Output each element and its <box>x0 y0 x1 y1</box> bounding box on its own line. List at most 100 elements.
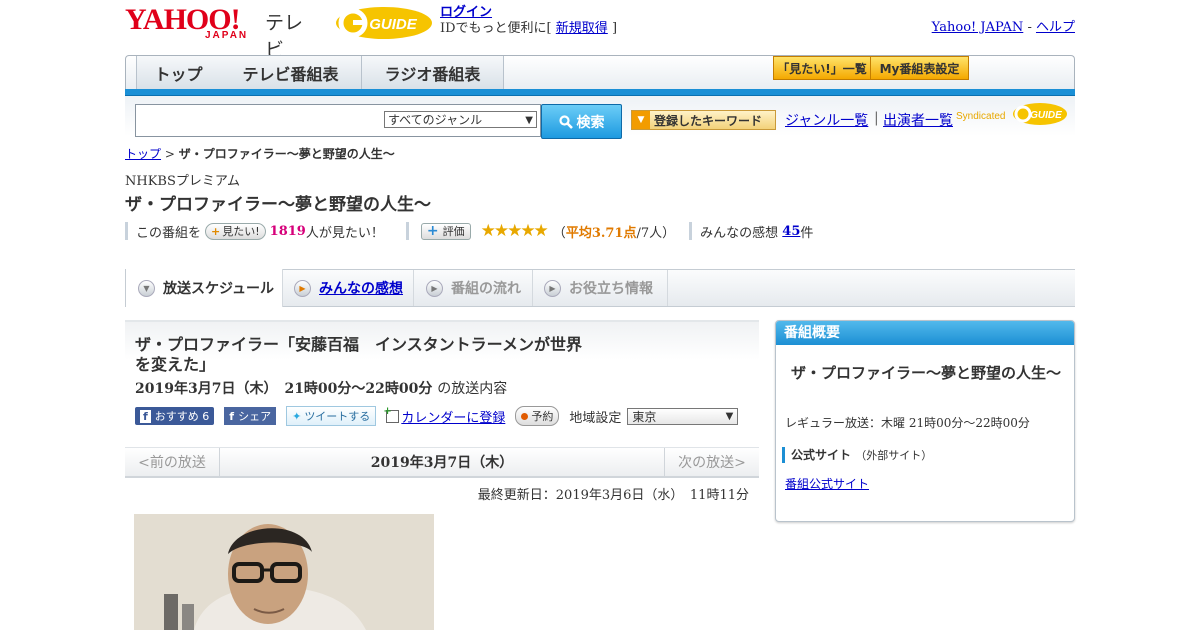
search-button[interactable]: 検索 <box>541 104 622 139</box>
reserve-button[interactable]: 予約 <box>515 406 560 426</box>
prev-broadcast-button[interactable]: <前の放送 <box>125 448 220 476</box>
subtab-schedule[interactable]: ▼ 放送スケジュール <box>125 269 283 307</box>
official-site-label: 公式サイト <box>791 448 852 462</box>
cast-list-link[interactable]: 出演者一覧 <box>883 110 953 130</box>
portrait-image <box>134 514 434 630</box>
impressions-suffix: 件 <box>800 225 814 241</box>
plus-icon: + <box>211 224 221 238</box>
signup-link[interactable]: 新規取得 <box>556 21 608 36</box>
subtab-info[interactable]: ▶ お役立ち情報 <box>532 270 668 306</box>
want-suffix: 人が見たい！ <box>305 225 384 241</box>
episode-datetime: 2019年3月7日（木） 21時00分～22時00分 の放送内容 <box>135 378 507 398</box>
reserve-button-label: 予約 <box>531 410 554 423</box>
gguide-logo-icon: GUIDE <box>336 7 432 39</box>
page-title: ザ・プロファイラー～夢と野望の人生～ <box>125 195 431 215</box>
breadcrumb-top-link[interactable]: トップ <box>125 147 161 161</box>
episode-datetime-suffix: の放送内容 <box>437 381 508 397</box>
login-note-pre: IDでもっと便利に[ <box>440 21 552 36</box>
meta-divider <box>405 222 409 240</box>
broadcast-pager: <前の放送 2019年3月7日（木） 次の放送> <box>125 447 759 478</box>
tv-label: テレビ <box>265 12 304 61</box>
play-icon: ▶ <box>294 279 311 297</box>
channel-name: NHKBSプレミアム <box>125 174 240 189</box>
gguide-small-text: GUIDE <box>1030 110 1062 121</box>
want-button[interactable]: + 見たい! <box>205 222 266 240</box>
util-separator: - <box>1027 20 1032 35</box>
yahoo-tv-logo[interactable]: YAHOO! JAPAN テレビ <box>125 5 320 62</box>
official-site-note: （外部サイト） <box>855 449 933 462</box>
nav-accent-bar <box>125 89 1075 96</box>
yahoo-japan-link[interactable]: Yahoo! JAPAN <box>932 20 1024 35</box>
subtab-schedule-label: 放送スケジュール <box>163 281 275 297</box>
calendar-register[interactable]: + カレンダーに登録 <box>383 406 506 426</box>
my-schedule-button[interactable]: My番組表設定 <box>870 56 969 80</box>
official-site-link[interactable]: 番組公式サイト <box>785 475 869 492</box>
syndicated-gguide-badge: Syndicated GUIDE <box>956 102 1068 130</box>
breadcrumb-current: ザ・プロファイラー～夢と野望の人生～ <box>178 147 395 161</box>
region-select[interactable]: 東京 ▼ <box>627 407 739 425</box>
search-icon <box>558 114 573 129</box>
regular-broadcast: レギュラー放送：木曜 21時00分～22時00分 <box>785 416 1030 430</box>
gguide-small-icon: GUIDE <box>1013 103 1067 125</box>
login-box: ログイン IDでもっと便利に[ 新規取得 ] <box>440 5 617 37</box>
syndicated-label: Syndicated <box>956 111 1006 122</box>
tweet-button[interactable]: ✦ ツイートする <box>286 406 377 426</box>
last-updated: 最終更新日：2019年3月6日（水） 11時11分 <box>477 488 749 503</box>
episode-title: ザ・プロファイラー「安藤百福 インスタントラーメンが世界を変えた」 <box>135 335 583 374</box>
want-prefix: この番組を <box>136 225 202 241</box>
calendar-register-link: カレンダーに登録 <box>401 410 506 426</box>
play-icon: ▶ <box>426 279 443 297</box>
tab-tv-schedule[interactable]: テレビ番組表 <box>220 56 362 89</box>
dropdown-arrow-icon: ▼ <box>525 115 533 126</box>
rating-count: /7人） <box>636 225 676 241</box>
dropdown-arrow-icon: ▼ <box>725 410 734 422</box>
meta-divider <box>125 222 128 240</box>
yahoo-logo-sub: JAPAN <box>205 30 249 41</box>
help-link[interactable]: ヘルプ <box>1036 20 1075 35</box>
registered-keyword-label: 登録したキーワード <box>654 113 763 128</box>
want-list-button[interactable]: 「見たい!」一覧 <box>773 56 871 80</box>
region-label: 地域設定 <box>569 410 622 426</box>
facebook-share-label: シェア <box>238 410 272 423</box>
rating-open: （ <box>552 225 566 241</box>
rate-button[interactable]: + 評価 <box>420 222 471 240</box>
login-note-post: ] <box>611 21 618 36</box>
link-separator: | <box>874 110 879 126</box>
current-broadcast-date: 2019年3月7日（木） <box>370 455 514 471</box>
next-broadcast-button[interactable]: 次の放送> <box>664 448 759 476</box>
gguide-logo-text: GUIDE <box>369 16 418 33</box>
dropdown-triangle-icon: ▼ <box>632 111 650 129</box>
impressions-label: みんなの感想 <box>700 225 779 241</box>
subtab-impressions-label: みんなの感想 <box>319 281 403 297</box>
rate-button-label: 評価 <box>442 225 465 238</box>
subtab-flow[interactable]: ▶ 番組の流れ <box>413 270 533 306</box>
program-meta: この番組を + 見たい! 1819 人が見たい！ + 評価 ★★★★★ （平均3.7… <box>125 221 813 241</box>
genre-select[interactable]: すべてのジャンル ▼ <box>384 111 537 128</box>
meta-divider <box>689 222 693 240</box>
gguide-logo[interactable]: GUIDE <box>335 6 433 40</box>
program-subtabs: ▼ 放送スケジュール ▶ みんなの感想 ▶ 番組の流れ ▶ お役立ち情報 <box>125 269 1075 307</box>
subtab-flow-label: 番組の流れ <box>451 281 521 297</box>
calendar-icon: + <box>383 406 400 423</box>
tab-radio-schedule[interactable]: ラジオ番組表 <box>362 56 504 89</box>
tweet-button-label: ツイートする <box>304 410 371 423</box>
impressions-count-link[interactable]: 45 <box>782 224 800 239</box>
facebook-recommend-button[interactable]: f おすすめ 6 <box>135 407 215 425</box>
search-button-label: 検索 <box>576 114 605 131</box>
breadcrumb-separator: > <box>164 147 175 161</box>
want-count: 1819 <box>269 223 306 239</box>
facebook-share-button[interactable]: f シェア <box>224 407 277 425</box>
facebook-recommend-label: おすすめ <box>154 410 199 423</box>
genre-list-link[interactable]: ジャンル一覧 <box>785 110 868 130</box>
rating-average: 平均3.71点 <box>565 225 637 241</box>
overview-title: ザ・プロファイラー～夢と野望の人生～ <box>791 364 1062 382</box>
tab-top[interactable]: トップ <box>136 56 221 89</box>
share-row: f おすすめ 6 f シェア ✦ ツイートする + カレンダーに登録 予約 地域… <box>135 405 739 427</box>
overview-heading: 番組概要 <box>776 321 1074 345</box>
official-site-heading: 公式サイト （外部サイト） <box>782 447 932 463</box>
registered-keyword-button[interactable]: ▼ 登録したキーワード <box>631 110 776 130</box>
facebook-icon: f <box>140 409 151 423</box>
login-link[interactable]: ログイン <box>440 5 492 20</box>
utility-links: Yahoo! JAPAN - ヘルプ <box>932 16 1075 35</box>
breadcrumb: トップ > ザ・プロファイラー～夢と野望の人生～ <box>125 145 395 162</box>
